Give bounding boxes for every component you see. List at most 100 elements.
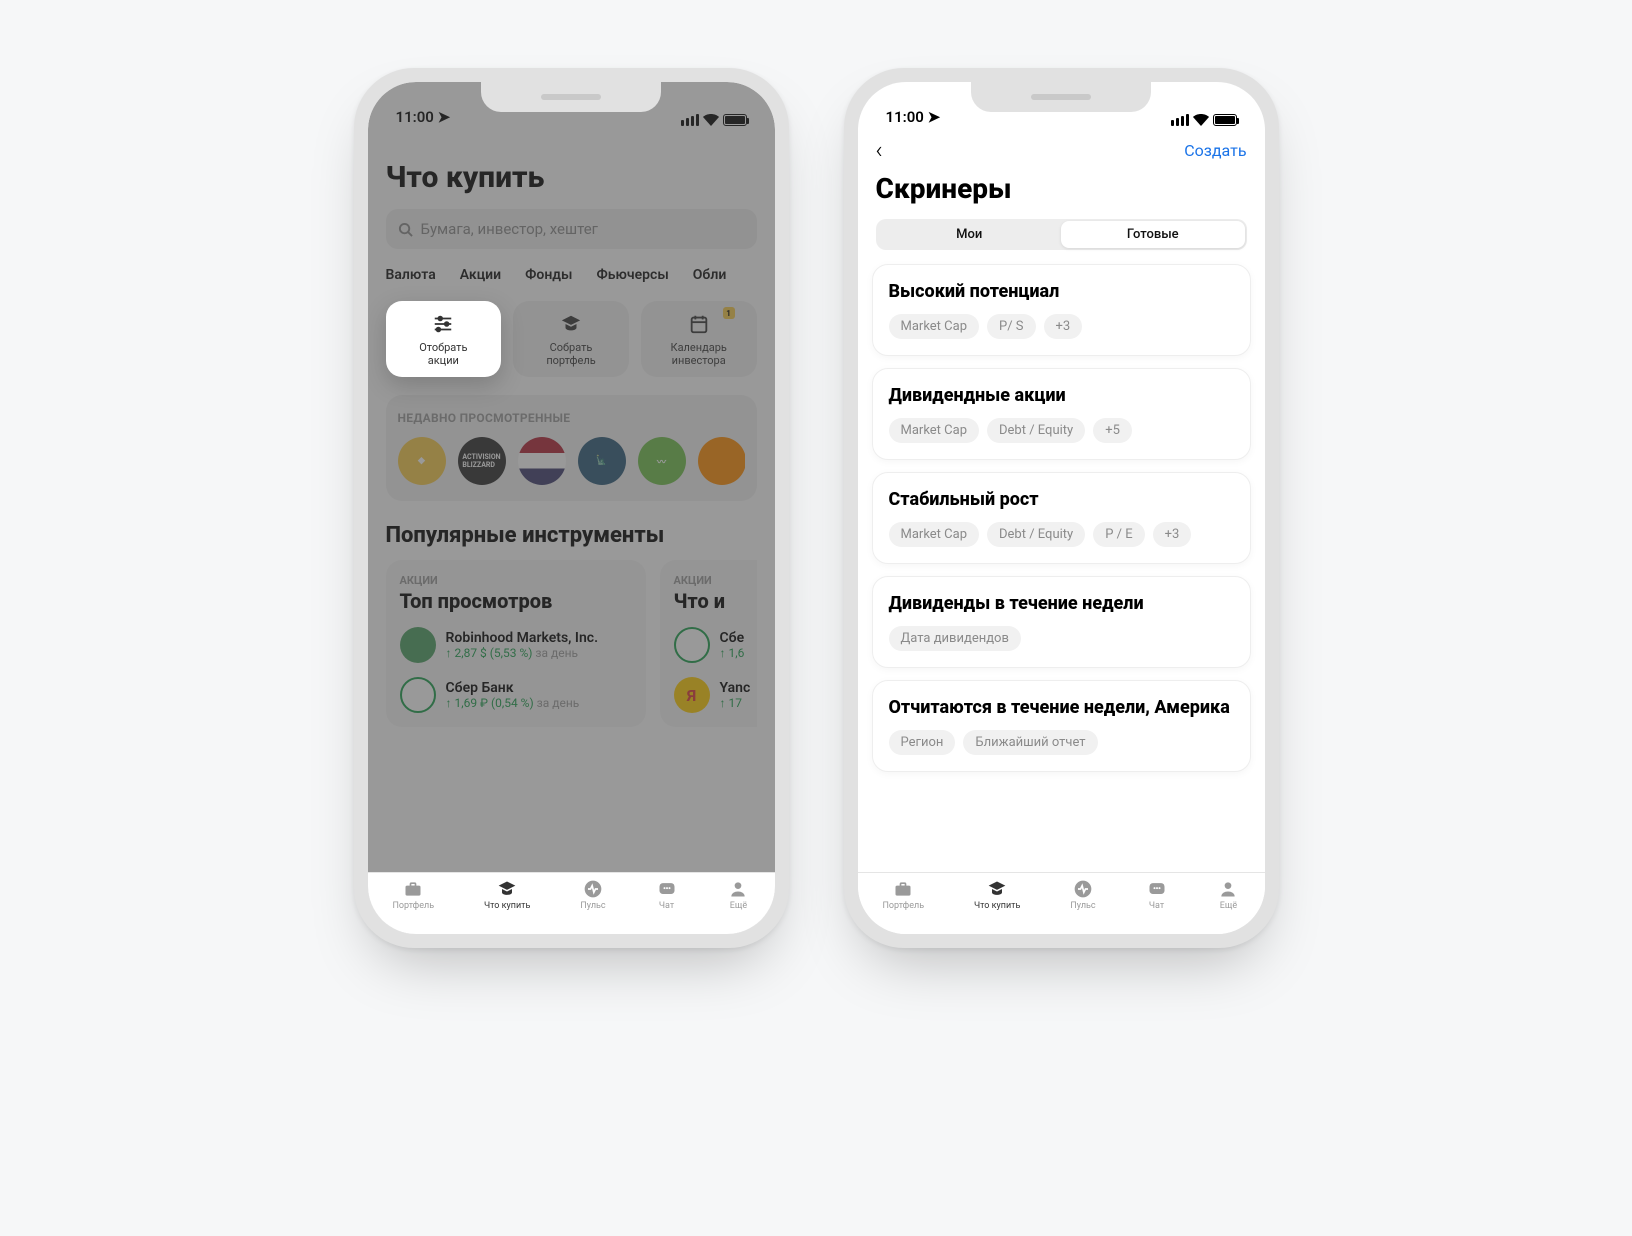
ticker-logo <box>400 627 436 663</box>
ticker-name: Сбе <box>720 630 745 646</box>
screener-card[interactable]: Дивиденды в течение недели Дата дивиденд… <box>872 576 1251 668</box>
ticker-row[interactable]: Сбер Банк ↑ 1,69 ₽ (0,54 %) за день <box>400 677 632 713</box>
recent-item[interactable]: 〰 <box>638 437 686 485</box>
calendar-icon <box>687 313 711 335</box>
sliders-icon <box>431 313 455 335</box>
create-button[interactable]: Создать <box>1184 141 1246 160</box>
ticker-name: Сбер Банк <box>446 680 580 696</box>
filter-chip: Ближайший отчет <box>963 730 1097 755</box>
ticker-period: за день <box>535 646 578 660</box>
notch <box>481 82 661 112</box>
phone-left: 11:00 ➤ Что купить Бумага, инвестор, хеш… <box>354 68 789 948</box>
tab-label: Ещё <box>1220 901 1237 911</box>
ticker-name: Yanc <box>720 680 751 696</box>
recent-item[interactable] <box>698 437 745 485</box>
wifi-icon <box>1193 114 1209 126</box>
category-tab[interactable]: Фьючерсы <box>596 267 668 283</box>
person-icon <box>1217 879 1239 899</box>
filter-chip: P/ S <box>987 314 1036 339</box>
screener-card[interactable]: Стабильный рост Market Cap Debt / Equity… <box>872 472 1251 564</box>
category-tab[interactable]: Валюта <box>386 267 436 283</box>
card-title: Топ просмотров <box>400 589 632 613</box>
popular-card[interactable]: АКЦИИ Что и Сбе ↑ 1,6 Я Yanc ↑ 17 <box>660 560 757 727</box>
screener-card[interactable]: Отчитаются в течение недели, Америка Рег… <box>872 680 1251 772</box>
quick-label: Календарь инвестора <box>671 341 727 367</box>
location-icon: ➤ <box>438 108 451 126</box>
ticker-name: Robinhood Markets, Inc. <box>446 630 599 646</box>
filter-chip: P / E <box>1093 522 1144 547</box>
graduation-icon <box>559 313 583 335</box>
tab-label: Что купить <box>974 901 1020 911</box>
tab-what-to-buy[interactable]: Что купить <box>484 879 530 911</box>
signal-icon <box>1171 114 1189 126</box>
ticker-delta: ↑ 2,87 $ (5,53 %) <box>446 646 533 660</box>
tab-chat[interactable]: Чат <box>656 879 678 911</box>
tab-label: Чат <box>1149 901 1164 911</box>
filter-chip: Debt / Equity <box>987 522 1085 547</box>
ticker-row[interactable]: Robinhood Markets, Inc. ↑ 2,87 $ (5,53 %… <box>400 627 632 663</box>
recent-item[interactable] <box>518 437 566 485</box>
ticker-logo: Я <box>674 677 710 713</box>
tab-more[interactable]: Ещё <box>727 879 749 911</box>
category-tab[interactable]: Фонды <box>525 267 572 283</box>
person-icon <box>727 879 749 899</box>
quick-label: Собрать портфель <box>546 341 595 367</box>
category-tab[interactable]: Обли <box>693 267 727 283</box>
category-tabs: Валюта Акции Фонды Фьючерсы Обли <box>386 267 757 283</box>
ticker-delta: ↑ 1,6 <box>720 646 745 660</box>
notch <box>971 82 1151 112</box>
search-icon <box>398 222 413 237</box>
popular-card[interactable]: АКЦИИ Топ просмотров Robinhood Markets, … <box>386 560 646 727</box>
tab-portfolio[interactable]: Портфель <box>392 879 434 911</box>
tab-chat[interactable]: Чат <box>1146 879 1168 911</box>
ticker-row[interactable]: Сбе ↑ 1,6 <box>674 627 757 663</box>
quick-investor-calendar[interactable]: 1 Календарь инвестора <box>641 301 757 377</box>
filter-chip: +3 <box>1044 314 1083 339</box>
screener-card[interactable]: Дивидендные акции Market Cap Debt / Equi… <box>872 368 1251 460</box>
category-tab[interactable]: Акции <box>460 267 501 283</box>
tab-bar: Портфель Что купить Пульс Чат Ещё <box>368 872 775 934</box>
tab-label: Пульс <box>580 901 605 911</box>
ticker-delta: ↑ 17 <box>720 696 742 710</box>
screener-title: Дивидендные акции <box>889 385 1234 406</box>
tab-pulse[interactable]: Пульс <box>1070 879 1095 911</box>
segment-ready[interactable]: Готовые <box>1061 221 1245 248</box>
tab-portfolio[interactable]: Портфель <box>882 879 924 911</box>
segment-my[interactable]: Мои <box>878 221 1062 248</box>
tab-what-to-buy[interactable]: Что купить <box>974 879 1020 911</box>
graduation-icon <box>496 879 518 899</box>
ticker-delta: ↑ 1,69 ₽ (0,54 %) <box>446 696 534 710</box>
briefcase-icon <box>402 879 424 899</box>
filter-chip: Регион <box>889 730 956 755</box>
tab-label: Ещё <box>730 901 747 911</box>
page-title: Что купить <box>386 160 757 195</box>
signal-icon <box>681 114 699 126</box>
ticker-logo <box>400 677 436 713</box>
filter-chip: Market Cap <box>889 418 980 443</box>
screener-title: Отчитаются в течение недели, Америка <box>889 697 1234 718</box>
filter-chip: Debt / Equity <box>987 418 1085 443</box>
search-placeholder: Бумага, инвестор, хештег <box>421 220 598 238</box>
back-button[interactable]: ‹ <box>876 136 883 164</box>
recent-item[interactable]: ACTIVISIONBLIZZARD <box>458 437 506 485</box>
quick-build-portfolio[interactable]: Собрать портфель <box>513 301 629 377</box>
screener-title: Дивиденды в течение недели <box>889 593 1234 614</box>
page-title: Скринеры <box>858 164 1265 205</box>
recent-item[interactable]: ◆ <box>398 437 446 485</box>
status-time: 11:00 <box>396 108 434 126</box>
pulse-icon <box>1072 879 1094 899</box>
screener-card[interactable]: Высокий потенциал Market Cap P/ S +3 <box>872 264 1251 356</box>
battery-icon <box>1213 114 1237 126</box>
tab-pulse[interactable]: Пульс <box>580 879 605 911</box>
pulse-icon <box>582 879 604 899</box>
quick-filter-stocks[interactable]: Отобрать акции <box>386 301 502 377</box>
briefcase-icon <box>892 879 914 899</box>
recent-item[interactable]: 🗽 <box>578 437 626 485</box>
ticker-row[interactable]: Я Yanc ↑ 17 <box>674 677 757 713</box>
quick-label: Отобрать акции <box>419 341 467 367</box>
tab-more[interactable]: Ещё <box>1217 879 1239 911</box>
segmented-control: Мои Готовые <box>876 219 1247 250</box>
card-title: Что и <box>674 589 757 613</box>
search-input[interactable]: Бумага, инвестор, хештег <box>386 209 757 249</box>
card-category: АКЦИИ <box>400 574 632 587</box>
